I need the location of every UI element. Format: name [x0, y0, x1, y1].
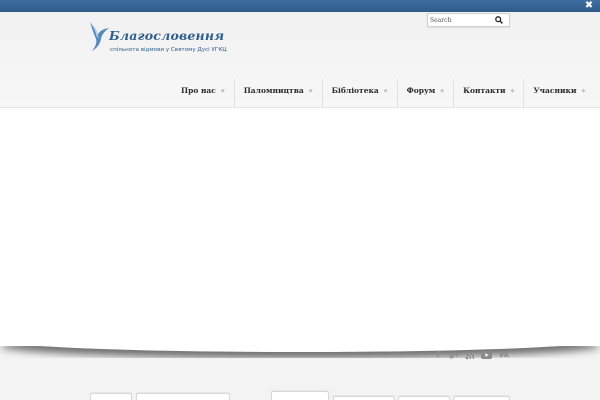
panel-tab[interactable]: [333, 396, 395, 400]
vk-icon[interactable]: vk: [498, 350, 510, 360]
nav-label: Учасники: [533, 86, 577, 95]
site-header: Благословення спільнота відмови у Святом…: [0, 12, 600, 113]
search-input[interactable]: [430, 14, 492, 26]
search-icon[interactable]: [495, 16, 503, 24]
dropdown-arrow-icon: ◆: [220, 88, 225, 94]
dropdown-arrow-icon: ◆: [510, 88, 515, 94]
dropdown-arrow-icon: ◆: [383, 88, 388, 94]
curve-shadow: [0, 346, 600, 358]
top-bar: ✖: [0, 0, 600, 12]
hero-slider: [0, 108, 600, 346]
nav-label: Бібліотека: [331, 86, 379, 95]
nav-label: Про нас: [181, 86, 216, 95]
nav-label: Форум: [406, 86, 436, 95]
panel-tab[interactable]: [90, 393, 132, 400]
logo-title: Благословення: [109, 28, 225, 43]
logo-subtitle: спільнота відмови у Святому Дусі УГКЦ: [110, 47, 227, 53]
search-box: [427, 13, 510, 27]
bottom-panels: [0, 390, 600, 400]
nav-label: Паломництва: [243, 86, 304, 95]
facebook-icon[interactable]: f: [433, 350, 443, 360]
dropdown-arrow-icon: ◆: [581, 88, 586, 94]
panel-tab[interactable]: [136, 393, 230, 400]
dropdown-arrow-icon: ◆: [308, 88, 313, 94]
panel-tab[interactable]: [453, 396, 510, 400]
google-plus-icon[interactable]: g+: [449, 350, 460, 360]
rss-icon[interactable]: [465, 350, 475, 360]
close-icon[interactable]: ✖: [584, 1, 594, 11]
panel-tab[interactable]: [398, 396, 450, 400]
youtube-icon[interactable]: [481, 350, 492, 360]
dropdown-arrow-icon: ◆: [440, 88, 445, 94]
social-links: f g+ vk: [433, 350, 510, 360]
nav-label: Контакти: [463, 86, 506, 95]
panel-tab[interactable]: [271, 391, 329, 400]
site-logo[interactable]: Благословення спільнота відмови у Святом…: [88, 20, 227, 58]
